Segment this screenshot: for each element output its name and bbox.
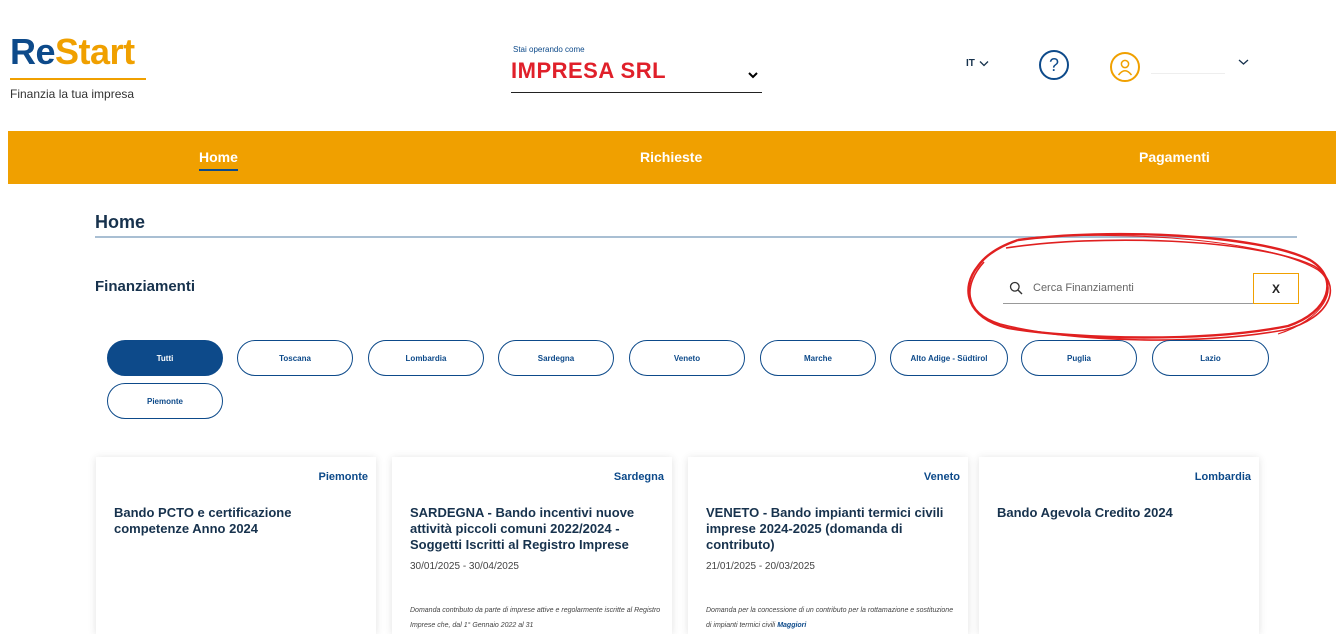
- logo-underline: [10, 78, 146, 80]
- user-icon[interactable]: [1110, 52, 1140, 82]
- search-icon: [1009, 281, 1023, 295]
- operator-label: Stai operando come: [513, 45, 585, 54]
- filter-chip-piemonte[interactable]: Piemonte: [107, 383, 223, 419]
- card-description-text: Domanda per la concessione di un contrib…: [706, 607, 954, 629]
- chevron-down-icon: [748, 72, 758, 79]
- language-selector[interactable]: IT: [966, 58, 989, 69]
- funding-card[interactable]: Piemonte Bando PCTO e certificazione com…: [96, 457, 376, 634]
- card-more-link[interactable]: Maggiori: [777, 622, 806, 629]
- user-name[interactable]: [1151, 62, 1225, 74]
- operator-select[interactable]: Stai operando come IMPRESA SRL: [511, 45, 762, 93]
- language-label: IT: [966, 58, 975, 69]
- card-dates: 30/01/2025 - 30/04/2025: [410, 561, 519, 572]
- card-title: SARDEGNA - Bando incentivi nuove attivit…: [410, 505, 635, 552]
- funding-card[interactable]: Sardegna SARDEGNA - Bando incentivi nuov…: [392, 457, 672, 634]
- help-icon[interactable]: ?: [1039, 50, 1069, 80]
- page-title: Home: [95, 212, 146, 232]
- search-clear-button[interactable]: X: [1253, 273, 1299, 304]
- filter-chip-puglia[interactable]: Puglia: [1021, 340, 1137, 376]
- filter-chip-lombardia[interactable]: Lombardia: [368, 340, 484, 376]
- filter-chip-alto-adige[interactable]: Alto Adige - Südtirol: [890, 340, 1008, 376]
- card-region: Lombardia: [1194, 471, 1251, 483]
- card-title: Bando Agevola Credito 2024: [997, 505, 1173, 520]
- user-silhouette-icon: [1117, 59, 1133, 76]
- card-region: Veneto: [923, 471, 960, 483]
- restart-logo[interactable]: ReStart Finanzia la tua impresa: [10, 34, 146, 101]
- search-field: [1003, 273, 1255, 304]
- section-title: Finanziamenti: [95, 278, 196, 295]
- main-nav: Home Richieste Pagamenti: [8, 131, 1336, 184]
- filter-chip-tutti[interactable]: Tutti: [107, 340, 223, 376]
- card-title: Bando PCTO e certificazione competenze A…: [114, 505, 292, 536]
- user-menu-chevron-icon[interactable]: [1238, 58, 1249, 66]
- filter-chip-marche[interactable]: Marche: [760, 340, 876, 376]
- logo-re: Re: [10, 31, 56, 72]
- search-input[interactable]: [1033, 282, 1243, 294]
- nav-richieste[interactable]: Richieste: [640, 149, 702, 165]
- logo-tagline: Finanzia la tua impresa: [10, 87, 135, 101]
- funding-card[interactable]: Lombardia Bando Agevola Credito 2024: [979, 457, 1259, 634]
- title-divider: [95, 236, 1297, 238]
- chevron-down-icon: [979, 61, 989, 67]
- funding-card[interactable]: Veneto VENETO - Bando impianti termici c…: [688, 457, 968, 634]
- card-region: Sardegna: [613, 471, 664, 483]
- logo-text: ReStart: [10, 34, 146, 70]
- card-description: Domanda contributo da parte di imprese a…: [410, 607, 661, 629]
- nav-pagamenti[interactable]: Pagamenti: [1139, 149, 1210, 165]
- card-region: Piemonte: [318, 471, 368, 483]
- filter-chip-toscana[interactable]: Toscana: [237, 340, 353, 376]
- logo-start: Start: [55, 31, 135, 72]
- filter-chip-sardegna[interactable]: Sardegna: [498, 340, 614, 376]
- card-dates: 21/01/2025 - 20/03/2025: [706, 561, 815, 572]
- filter-chip-veneto[interactable]: Veneto: [629, 340, 745, 376]
- filter-chip-lazio[interactable]: Lazio: [1152, 340, 1269, 376]
- card-description: Domanda per la concessione di un contrib…: [706, 603, 960, 633]
- card-title: VENETO - Bando impianti termici civili i…: [706, 505, 944, 552]
- nav-home[interactable]: Home: [199, 149, 238, 171]
- header: ReStart Finanzia la tua impresa Stai ope…: [0, 0, 1336, 131]
- operator-name: IMPRESA SRL: [511, 58, 667, 83]
